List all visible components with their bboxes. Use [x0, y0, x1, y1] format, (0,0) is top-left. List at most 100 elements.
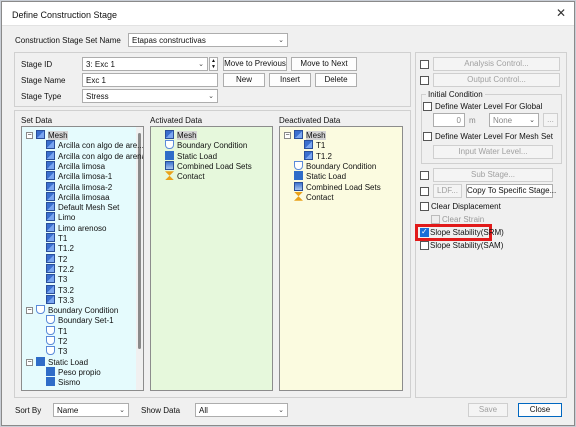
ldf-button[interactable]: LDF... [433, 184, 462, 198]
tree-item[interactable]: Default Mesh Set [46, 202, 119, 212]
deactivated-data-tree[interactable]: − Mesh T1 T1.2 Boundary Condition Static Load… [279, 126, 403, 391]
tree-item[interactable]: Arcilla limosa-1 [46, 171, 112, 181]
move-next-button[interactable]: Move to Next [291, 57, 357, 71]
slope-srm-checkbox[interactable] [420, 227, 429, 237]
wl-ellipsis-button[interactable]: ... [543, 113, 558, 127]
tree-item[interactable]: Static Load [284, 171, 346, 181]
tree-item[interactable]: Combined Load Sets [284, 181, 381, 192]
copy-to-stage-button[interactable]: Copy To Specific Stage... [466, 184, 556, 198]
wl-global-checkbox[interactable] [423, 102, 432, 111]
tree-item[interactable]: T1.2 [304, 150, 332, 161]
dialog-title: Define Construction Stage [12, 10, 118, 20]
tree-item[interactable]: Arcilla limosa [46, 160, 105, 171]
stage-name-input[interactable]: Exc 1 [82, 73, 218, 87]
tree-item[interactable]: − Boundary Condition [26, 305, 118, 315]
tree-item[interactable]: Sismo [46, 377, 80, 387]
analysis-control-checkbox[interactable] [420, 60, 429, 69]
wl-unit: m [469, 116, 476, 125]
tree-item[interactable]: T3 [46, 274, 67, 284]
clear-displacement-checkbox[interactable] [420, 202, 429, 211]
analysis-control-button[interactable]: Analysis Control... [433, 57, 560, 71]
tree-item[interactable]: Limo [46, 212, 75, 222]
collapse-toggle-icon[interactable]: − [26, 132, 33, 139]
tree-item[interactable]: − Mesh [284, 130, 326, 140]
mesh-icon [46, 274, 55, 284]
output-control-checkbox[interactable] [420, 76, 429, 85]
close-icon[interactable]: ✕ [554, 6, 568, 20]
slope-sam-label: Slope Stability(SAM) [430, 241, 504, 250]
bc-icon [46, 325, 55, 335]
wl-value: 0 [456, 116, 461, 125]
tree-item[interactable]: T1.2 [46, 243, 74, 253]
chevron-down-icon: ⌄ [119, 407, 125, 414]
load-icon [165, 150, 174, 160]
tree-item[interactable]: Boundary Condition [155, 140, 247, 150]
wl-select[interactable]: None ⌄ [489, 113, 539, 127]
stage-id-spinner[interactable]: ▲ ▼ [209, 57, 218, 71]
save-button[interactable]: Save [468, 403, 508, 417]
sort-by-select[interactable]: Name ⌄ [53, 403, 129, 417]
set-data-scrollbar[interactable] [136, 127, 143, 390]
tree-item[interactable]: Arcilla limosaa [46, 191, 110, 202]
tree-item[interactable]: Arcilla con algo de arena [46, 150, 143, 161]
tree-item[interactable]: T3 [46, 346, 67, 356]
delete-button[interactable]: Delete [315, 73, 357, 87]
stage-id-label: Stage ID [21, 60, 53, 69]
stage-type-select[interactable]: Stress ⌄ [82, 89, 218, 103]
tree-item[interactable]: T2 [46, 336, 67, 346]
clear-strain-checkbox[interactable] [431, 215, 440, 224]
tree-item[interactable]: T1 [46, 233, 67, 243]
show-data-select[interactable]: All ⌄ [195, 403, 288, 417]
tree-item[interactable]: T2 [46, 253, 67, 264]
ldf-checkbox[interactable] [420, 187, 429, 196]
set-data-tree[interactable]: − Mesh Arcilla con algo de are... Arcilla c… [21, 126, 144, 391]
tree-item[interactable]: Arcilla limosa-2 [46, 181, 113, 192]
new-button[interactable]: New [223, 73, 265, 87]
title-bar: Define Construction Stage ✕ [2, 2, 574, 26]
stage-id-select[interactable]: 3: Exc 1 ⌄ [82, 57, 208, 71]
tree-item[interactable]: Boundary Condition [284, 160, 376, 171]
collapse-toggle-icon[interactable]: − [284, 132, 291, 139]
tree-item[interactable]: Static Load [155, 150, 217, 161]
tree-item[interactable]: T3.3 [46, 294, 74, 305]
stage-set-label: Construction Stage Set Name [15, 36, 121, 45]
tree-item[interactable]: Peso propio [46, 366, 101, 377]
tree-item[interactable]: T2.2 [46, 263, 74, 274]
tree-item[interactable]: Contact [155, 171, 205, 181]
tree-item[interactable]: T1 [304, 140, 325, 150]
bc-icon [46, 336, 55, 345]
sub-stage-checkbox[interactable] [420, 171, 429, 180]
move-previous-button[interactable]: Move to Previous [223, 57, 287, 71]
collapse-toggle-icon[interactable]: − [26, 307, 33, 315]
mesh-icon [46, 191, 55, 201]
wl-value-input[interactable]: 0 [433, 113, 465, 127]
close-button[interactable]: Close [518, 403, 562, 417]
tree-item[interactable]: Arcilla con algo de are... [46, 140, 143, 150]
stage-type-label: Stage Type [21, 92, 62, 101]
tree-item[interactable]: Boundary Set-1 [46, 315, 114, 325]
collapse-toggle-icon[interactable]: − [26, 358, 33, 366]
insert-button[interactable]: Insert [269, 73, 311, 87]
stage-set-select[interactable]: Etapas constructivas ⌄ [128, 33, 288, 47]
tree-item[interactable]: − Static Load [26, 356, 88, 367]
wl-mesh-checkbox[interactable] [423, 132, 432, 141]
initial-condition-label: Initial Condition [426, 90, 485, 99]
tree-item[interactable]: Mesh [155, 130, 197, 140]
tree-item[interactable]: T3.2 [46, 284, 74, 295]
tree-item[interactable]: Combined Load Sets [155, 160, 252, 171]
tree-item[interactable]: Contact [284, 191, 334, 202]
scroll-thumb[interactable] [138, 133, 141, 349]
tree-item-label: Arcilla limosa-2 [58, 182, 113, 192]
input-water-level-button[interactable]: Input Water Level... [433, 145, 553, 159]
slope-sam-checkbox[interactable] [420, 241, 429, 250]
tree-item-label: Mesh [48, 131, 68, 140]
tree-item[interactable]: T1 [46, 325, 67, 336]
tree-item[interactable]: − Mesh [26, 130, 68, 140]
activated-data-tree[interactable]: Mesh Boundary Condition Static Load Combine… [150, 126, 273, 391]
output-control-button[interactable]: Output Control... [433, 73, 560, 87]
chevron-down-icon: ⌄ [198, 61, 204, 68]
sub-stage-button[interactable]: Sub Stage... [433, 168, 553, 182]
tree-item[interactable]: Limo arenoso [46, 222, 106, 233]
